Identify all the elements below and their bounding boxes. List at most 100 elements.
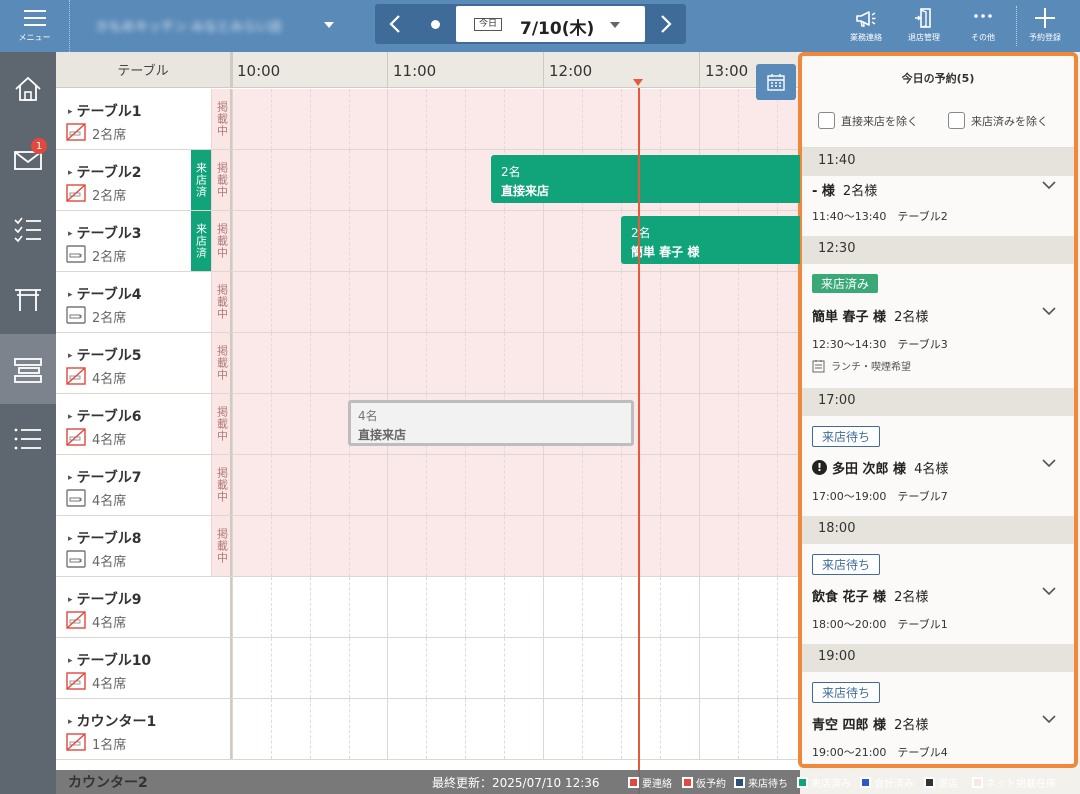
grid-line [349,455,350,515]
row-name: テーブル4 [68,284,142,304]
table-row[interactable]: テーブル8 4名席 掲載中 [56,516,800,577]
grid-line [504,333,505,393]
grid-line [349,577,350,637]
grid-line [582,699,583,759]
grid-line [660,394,661,454]
more-label: その他 [971,33,995,42]
row-label[interactable]: テーブル4 2名席 [56,272,211,332]
calendar-button[interactable] [756,64,796,100]
table-row[interactable]: テーブル7 4名席 掲載中 [56,455,800,516]
listed-flag: 掲載中 [211,272,232,332]
row-name: カウンター1 [68,711,157,731]
date-picker[interactable]: 今日 7/10(木) [456,6,645,42]
row-label[interactable]: テーブル7 4名席 [56,455,211,515]
grid-line [582,638,583,698]
reservation-card[interactable]: 来店待ち 飲食 花子 様 2名様 18:00～20:00 テーブル1 [802,544,1074,644]
prev-day-button[interactable] [375,4,415,44]
sidebar-item-tasks[interactable] [0,194,56,264]
sidebar: 1 [0,52,56,794]
grid-line [543,577,544,637]
chevron-down-icon[interactable] [324,22,334,28]
row-label[interactable]: カウンター1 1名席 [56,699,211,759]
chevron-down-icon[interactable] [1042,306,1056,316]
notice-button[interactable]: 業務連絡 [838,0,894,52]
no-smoking-icon [66,428,86,446]
row-timeline[interactable] [232,89,800,149]
grid-line [465,516,466,576]
row-label[interactable]: テーブル3 2名席 来店済 [56,211,211,271]
row-name: カウンター2 [68,775,148,791]
row-timeline[interactable] [232,577,800,637]
new-reservation-button[interactable]: 予約登録 [1017,0,1073,52]
guest-name: 飲食 花子 様 [812,590,887,605]
chevron-down-icon[interactable] [1042,458,1056,468]
row-label[interactable]: テーブル10 4名席 [56,638,211,698]
row-timeline[interactable] [232,516,800,576]
grid-line [738,272,739,332]
current-time-line [638,88,640,794]
row-timeline[interactable] [232,638,800,698]
reservation-block[interactable]: 2名 簡単 春子 様 [621,216,800,264]
menu-button[interactable]: メニュー [0,0,70,52]
reservation-card[interactable]: 来店済み 簡単 春子 様 2名様 12:30～14:30 テーブル3 ランチ・喫煙希望 [802,264,1074,388]
row-timeline[interactable] [232,333,800,393]
grid-line [232,394,233,454]
table-row[interactable]: テーブル9 4名席 [56,577,800,638]
more-button[interactable]: その他 [955,0,1011,52]
exit-manage-button[interactable]: 退店管理 [896,0,952,52]
row-label[interactable]: テーブル2 2名席 来店済 [56,150,211,210]
row-name: テーブル1 [68,101,142,121]
today-dot-button[interactable] [415,4,455,44]
exit-manage-label: 退店管理 [908,33,940,42]
reservation-card[interactable]: 来店待ち! 多田 次郎 様 4名様 17:00～19:00 テーブル7 [802,416,1074,516]
row-label[interactable]: テーブル6 4名席 [56,394,211,454]
sidebar-item-home[interactable] [0,54,56,124]
table-row[interactable]: カウンター1 1名席 [56,699,800,760]
table-column-header: テーブル [56,52,232,88]
status-badge: 来店待ち [812,554,881,575]
shop-name[interactable]: かもめキッチン みなとみらい店 [96,16,282,35]
grid-line [232,699,233,759]
status-badge: 来店済み [812,274,879,293]
exclude-visited-checkbox[interactable]: 来店済みを除く [948,112,1048,129]
row-label[interactable]: テーブル1 2名席 [56,89,211,149]
next-day-button[interactable] [646,4,686,44]
grid-line [504,89,505,149]
reservation-card[interactable]: - 様 2名様 11:40～13:40 テーブル2 [802,176,1074,236]
grid-line [310,272,311,332]
sidebar-item-shop[interactable] [0,264,56,334]
row-timeline[interactable] [232,455,800,515]
grid-line [621,455,622,515]
sidebar-item-messages[interactable]: 1 [0,124,56,194]
sidebar-item-list[interactable] [0,404,56,474]
chevron-down-icon[interactable] [1042,586,1056,596]
reservation-card[interactable]: 来店待ち 青空 四郎 様 2名様 19:00～21:00 テーブル4 [802,672,1074,764]
grid-line [232,333,233,393]
table-row[interactable]: テーブル5 4名席 掲載中 [56,333,800,394]
exclude-direct-checkbox[interactable]: 直接来店を除く [818,112,918,129]
table-row[interactable]: テーブル4 2名席 掲載中 [56,272,800,333]
grid-line [777,455,778,515]
row-label[interactable]: テーブル9 4名席 [56,577,211,637]
grid-line [582,89,583,149]
sidebar-item-seating[interactable] [0,334,56,404]
table-row[interactable]: テーブル10 4名席 [56,638,800,699]
legend-label: 来店済み [811,779,851,790]
grid-line [310,333,311,393]
reservation-block[interactable]: 2名 直接来店 [491,155,800,203]
row-timeline[interactable] [232,699,800,759]
grid-line [699,516,700,576]
table-row[interactable]: テーブル1 2名席 掲載中 [56,89,800,150]
reservation-block[interactable]: 4名 直接来店 [348,400,634,446]
grid-line [387,455,388,515]
row-seats: 4名席 [92,372,127,387]
grid-line [387,211,388,271]
row-label[interactable]: テーブル5 4名席 [56,333,211,393]
row-label[interactable]: テーブル8 4名席 [56,516,211,576]
grid-line [465,272,466,332]
grid-line [271,211,272,271]
chevron-down-icon[interactable] [1042,180,1056,190]
chevron-down-icon[interactable] [1042,714,1056,724]
status-badge: 来店待ち [812,682,881,703]
row-timeline[interactable] [232,272,800,332]
